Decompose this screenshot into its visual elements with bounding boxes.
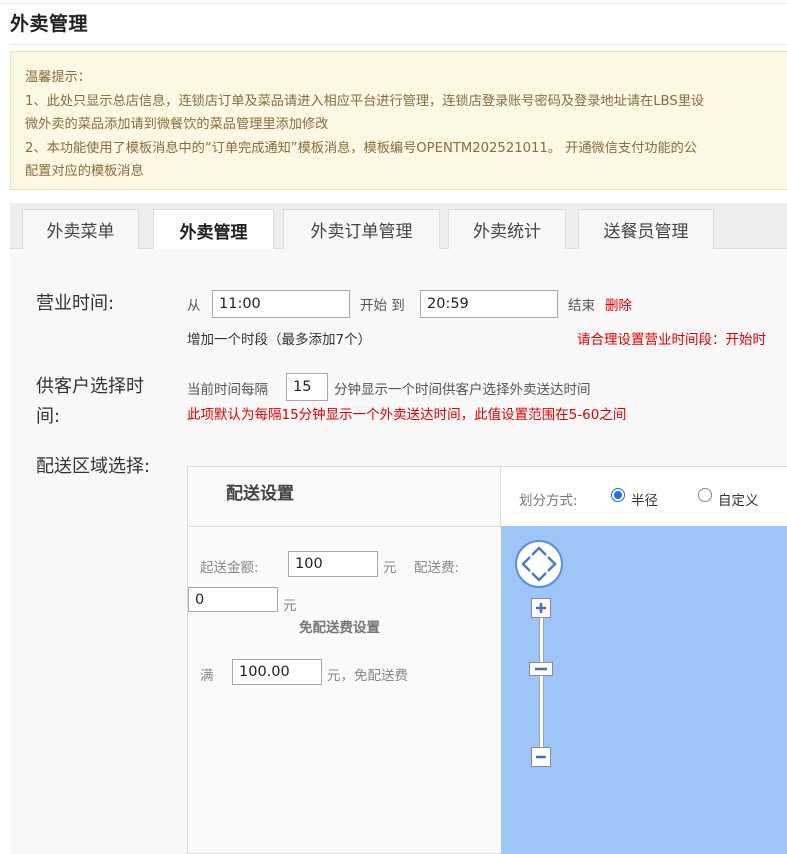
min-amount-label: 起送金额: xyxy=(200,560,259,576)
free-threshold-suffix: 元，免配送费 xyxy=(327,668,408,684)
delete-period-link[interactable]: 删除 xyxy=(605,294,632,314)
notice-line: 微外卖的菜品添加请到微餐饮的菜品管理里添加修改 xyxy=(25,117,329,132)
interval-label-line1: 供客户选择时 xyxy=(36,376,144,397)
delivery-fee-unit: 元 xyxy=(283,598,297,614)
division-mode-label: 划分方式: xyxy=(519,493,578,509)
tab-delivery-staff[interactable]: 送餐员管理 xyxy=(578,209,714,249)
free-threshold-prefix: 满 xyxy=(200,668,214,684)
start-to-text: 开始 到 xyxy=(360,298,405,314)
radius-radio-label[interactable]: 半径 xyxy=(631,489,658,509)
zoom-out-button[interactable] xyxy=(531,747,551,767)
tab-takeout-stats[interactable]: 外卖统计 xyxy=(448,209,566,249)
interval-suffix: 分钟显示一个时间供客户选择外卖送达时间 xyxy=(334,382,591,398)
tab-takeout-management[interactable]: 外卖管理 xyxy=(153,209,274,250)
pan-arrows-icon xyxy=(521,546,557,582)
radius-radio[interactable] xyxy=(611,488,625,502)
free-delivery-title: 免配送费设置 xyxy=(299,620,380,636)
free-threshold-input[interactable] xyxy=(232,659,322,685)
plus-icon xyxy=(536,603,546,613)
delivery-area-label: 配送区域选择: xyxy=(36,456,151,477)
tab-bar: 外卖菜单 外卖管理 外卖订单管理 外卖统计 送餐员管理 xyxy=(10,203,787,250)
tab-takeout-menu[interactable]: 外卖菜单 xyxy=(22,209,139,249)
add-period-link[interactable]: 增加一个时段（最多添加7个） xyxy=(187,328,371,348)
from-text: 从 xyxy=(187,298,201,314)
delivery-fee-input[interactable] xyxy=(188,587,278,612)
zoom-slider-handle[interactable] xyxy=(529,662,553,676)
min-amount-unit: 元 xyxy=(383,560,397,576)
notice-box: 温馨提示： 1、此处只显示总店信息，连锁店订单及菜品请进入相应平台进行管理，连锁… xyxy=(10,51,787,190)
notice-line: 配置对应的模板消息 xyxy=(25,164,144,179)
delivery-fee-label: 配送费: xyxy=(414,560,460,576)
business-hours-label: 营业时间: xyxy=(36,293,115,314)
custom-radio[interactable] xyxy=(698,488,712,502)
hours-warning: 请合理设置营业时间段：开始时 xyxy=(577,332,766,348)
interval-hint: 此项默认为每隔15分钟显示一个外卖送达时间，此值设置范围在5-60之间 xyxy=(187,407,627,423)
interval-prefix: 当前时间每隔 xyxy=(187,382,268,398)
start-time-input[interactable] xyxy=(212,290,350,318)
page-title: 外卖管理 xyxy=(10,13,89,35)
map-pan-control[interactable] xyxy=(515,540,563,588)
custom-radio-label[interactable]: 自定义 xyxy=(718,489,759,509)
delivery-settings-header: 配送设置 xyxy=(188,467,501,527)
zoom-in-button[interactable] xyxy=(531,598,551,618)
minus-icon xyxy=(536,755,546,759)
notice-heading: 温馨提示： xyxy=(25,70,91,85)
top-divider xyxy=(0,3,787,4)
zoom-slider-track[interactable] xyxy=(539,606,544,761)
notice-line: 1、此处只显示总店信息，连锁店订单及菜品请进入相应平台进行管理，连锁店登录账号密… xyxy=(25,93,705,109)
end-time-input[interactable] xyxy=(420,290,558,318)
title-divider xyxy=(10,44,787,45)
end-text: 结束 xyxy=(568,298,595,314)
interval-minutes-input[interactable] xyxy=(286,373,328,401)
interval-label-line2: 间: xyxy=(36,406,61,427)
delivery-settings-title: 配送设置 xyxy=(226,484,294,504)
tab-takeout-orders[interactable]: 外卖订单管理 xyxy=(283,209,440,249)
division-mode-bar: 划分方式: 半径 自定义 xyxy=(501,467,787,527)
handle-grip-icon xyxy=(535,667,547,671)
min-amount-input[interactable] xyxy=(288,551,378,577)
delivery-map[interactable] xyxy=(501,526,787,854)
notice-line: 2、本功能使用了模板消息中的“订单完成通知”模板消息，模板编号OPENTM202… xyxy=(25,140,698,156)
